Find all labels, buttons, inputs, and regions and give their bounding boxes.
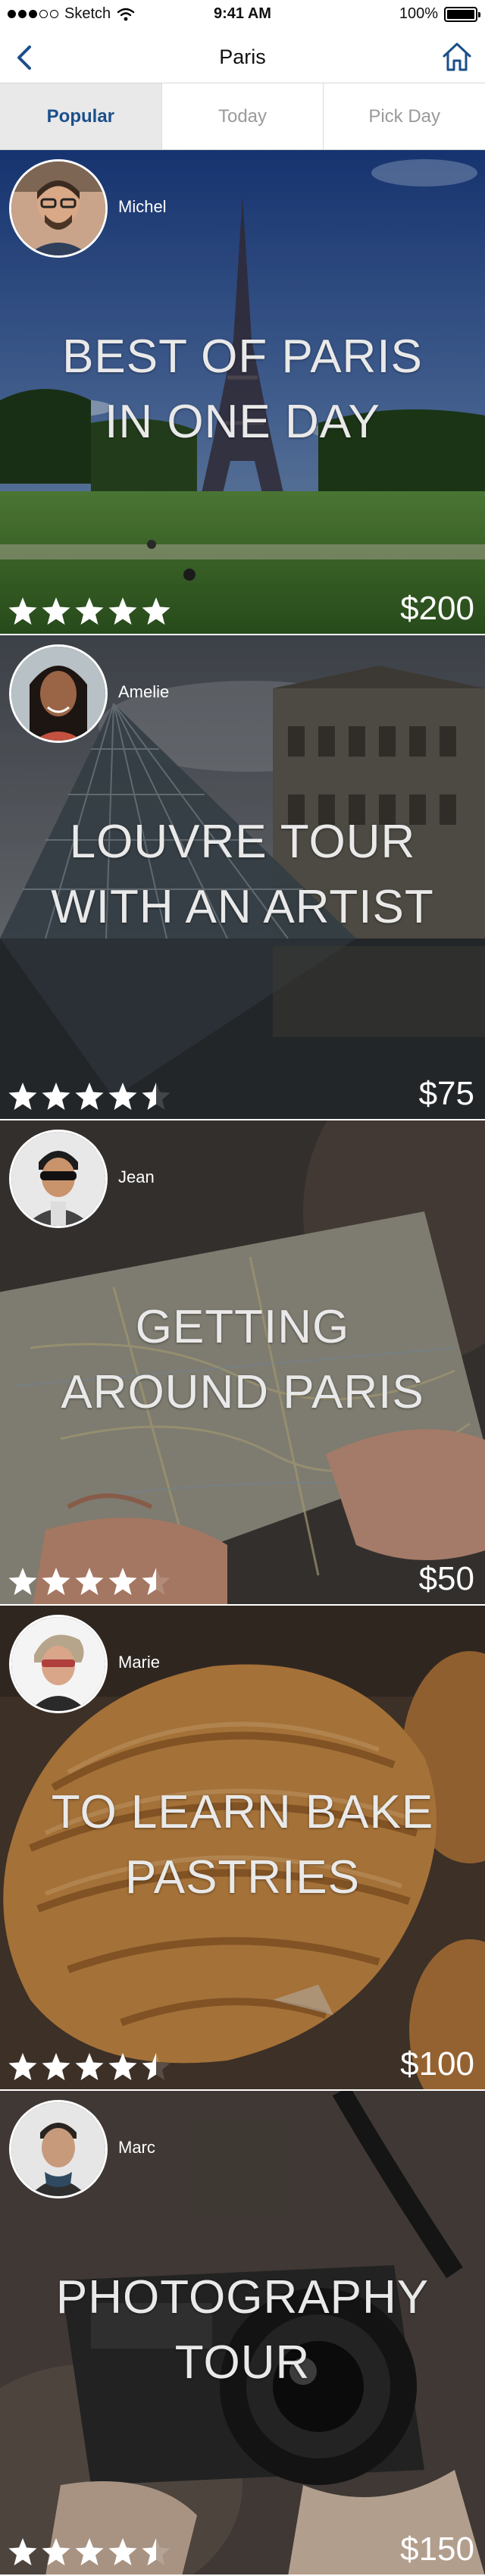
battery-fill (447, 9, 474, 19)
host-name: Michel (118, 197, 167, 216)
tour-title-line: BEST OF PARIS (62, 331, 423, 383)
tour-title-line: AROUND PARIS (61, 1366, 424, 1418)
tour-price: $75 (418, 1075, 474, 1112)
tour-title-line: LOUVRE TOUR (69, 816, 416, 868)
star-icon (8, 2053, 37, 2080)
avatar-photo (11, 1132, 105, 1226)
tour-card[interactable]: Marc PHOTOGRAPHY TOUR $150 (0, 2091, 485, 2576)
star-icon (42, 2053, 70, 2080)
star-icon (142, 1568, 171, 1595)
tour-card[interactable]: Marie TO LEARN BAKE PASTRIES $100 (0, 1606, 485, 2091)
tour-card[interactable]: Amelie LOUVRE TOUR WITH AN ARTIST $75 (0, 635, 485, 1120)
star-rating (8, 1081, 171, 1111)
star-icon (108, 1568, 137, 1595)
star-icon (8, 1568, 37, 1595)
host-name: Amelie (118, 682, 170, 701)
star-icon (75, 2053, 104, 2080)
tour-price: $100 (400, 2045, 474, 2082)
tour-title-line: PASTRIES (124, 1851, 361, 1904)
host-avatar (9, 159, 108, 258)
host-avatar (9, 1615, 108, 1713)
home-button[interactable] (438, 38, 476, 76)
star-rating (8, 2537, 171, 2567)
tour-title-line: GETTING (135, 1301, 350, 1353)
star-icon (8, 597, 37, 625)
battery-icon (444, 6, 480, 22)
star-icon (108, 597, 137, 625)
star-icon (42, 1083, 70, 1110)
star-rating (8, 2051, 171, 2082)
star-icon (75, 2538, 104, 2565)
tour-title: PHOTOGRAPHY TOUR (15, 2265, 470, 2396)
tour-card[interactable]: Michel BEST OF PARIS IN ONE DAY $200 (0, 150, 485, 635)
tour-price: $200 (400, 590, 474, 627)
star-icon (108, 1083, 137, 1110)
tour-title: BEST OF PARIS IN ONE DAY (15, 324, 470, 455)
star-icon (42, 1568, 70, 1595)
tour-title-line: PHOTOGRAPHY (55, 2271, 430, 2324)
avatar-photo (11, 1617, 105, 1711)
tour-price: $150 (400, 2531, 474, 2568)
star-icon (8, 1083, 37, 1110)
avatar-photo (11, 647, 105, 741)
star-icon (142, 1083, 171, 1110)
tour-card[interactable]: Jean GETTING AROUND PARIS $50 (0, 1120, 485, 1606)
tab-popular[interactable]: Popular (0, 83, 161, 149)
tab-today[interactable]: Today (161, 83, 324, 149)
home-icon (443, 42, 471, 71)
host-name: Jean (118, 1167, 155, 1186)
tab-pick-day[interactable]: Pick Day (323, 83, 485, 149)
star-rating (8, 1566, 171, 1597)
star-icon (142, 597, 171, 625)
host-name: Marc (118, 2138, 155, 2157)
tour-title: GETTING AROUND PARIS (15, 1295, 470, 1425)
page-title: Paris (219, 45, 266, 68)
avatar-photo (11, 2102, 105, 2196)
tour-title: LOUVRE TOUR WITH AN ARTIST (15, 810, 470, 940)
tour-title-line: WITH AN ARTIST (51, 881, 434, 933)
tour-title-line: IN ONE DAY (105, 396, 380, 448)
segmented-tabs: Popular Today Pick Day (0, 83, 485, 150)
star-icon (108, 2053, 137, 2080)
host-avatar (9, 2100, 108, 2198)
tour-title: TO LEARN BAKE PASTRIES (15, 1780, 470, 1910)
tour-title-line: TOUR (174, 2336, 311, 2389)
status-bar: Sketch 9:41 AM 100% (0, 0, 485, 30)
star-icon (75, 1083, 104, 1110)
star-icon (42, 2538, 70, 2565)
star-icon (142, 2053, 171, 2080)
tour-price: $50 (418, 1560, 474, 1597)
host-avatar (9, 644, 108, 743)
nav-bar: Paris (0, 30, 485, 83)
tour-title-line: TO LEARN BAKE (51, 1786, 434, 1838)
battery-percent: 100% (399, 5, 438, 22)
star-icon (75, 597, 104, 625)
star-rating (8, 596, 171, 626)
host-avatar (9, 1130, 108, 1228)
star-icon (8, 2538, 37, 2565)
star-icon (108, 2538, 137, 2565)
host-name: Marie (118, 1653, 161, 1672)
star-icon (42, 597, 70, 625)
star-icon (75, 1568, 104, 1595)
star-icon (142, 2538, 171, 2565)
avatar-photo (11, 161, 105, 255)
status-right: 100% (399, 5, 480, 23)
